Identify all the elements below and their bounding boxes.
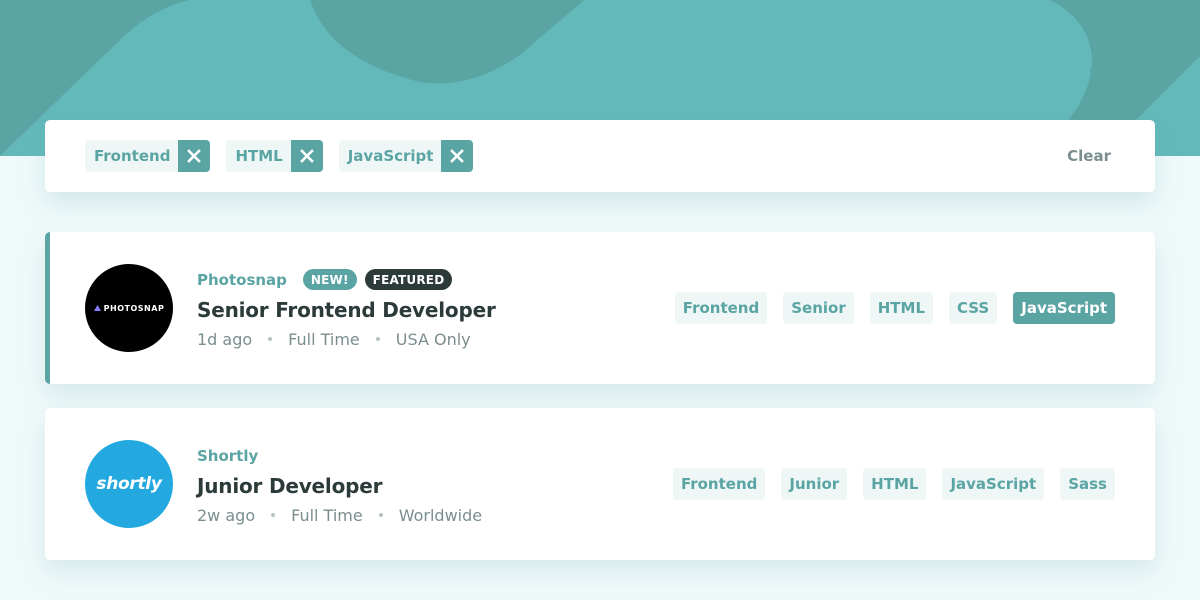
job-tag[interactable]: Sass <box>1060 468 1115 500</box>
filter-chip: JavaScript <box>338 140 474 172</box>
job-listing-card: PHOTOSNAP Photosnap NEW! FEATURED Senior… <box>45 232 1155 384</box>
company-name: Shortly <box>197 446 259 465</box>
job-tag[interactable]: HTML <box>863 468 927 500</box>
filter-chip-label: Frontend <box>94 147 171 165</box>
job-title[interactable]: Senior Frontend Developer <box>197 298 675 322</box>
posted-at: 2w ago <box>197 505 256 525</box>
separator-dot <box>271 513 276 517</box>
contract-type: Full Time <box>291 505 363 525</box>
job-tag[interactable]: HTML <box>869 292 934 324</box>
company-name: Photosnap <box>197 270 287 289</box>
job-tag[interactable]: Senior <box>783 292 854 324</box>
job-info: Photosnap NEW! FEATURED Senior Frontend … <box>197 268 675 349</box>
filter-chip-label: JavaScript <box>347 147 434 165</box>
filter-chip: HTML <box>226 140 323 172</box>
remove-filter-button[interactable] <box>178 140 211 172</box>
company-logo: PHOTOSNAP <box>85 264 173 352</box>
company-row: Shortly <box>197 444 673 468</box>
separator-dot <box>378 513 383 517</box>
job-location: Worldwide <box>398 505 483 525</box>
job-info: Shortly Junior Developer 2w ago Full Tim… <box>197 444 673 525</box>
job-tag-active[interactable]: JavaScript <box>1013 292 1115 324</box>
filter-bar: Frontend HTML JavaScript Clear <box>45 120 1155 192</box>
company-logo-text: shortly <box>96 474 162 494</box>
close-icon <box>187 149 202 163</box>
job-tag[interactable]: Frontend <box>672 468 766 500</box>
job-listing-card: shortly Shortly Junior Developer 2w ago … <box>45 408 1155 560</box>
job-tags: Frontend Junior HTML JavaScript Sass <box>672 468 1115 500</box>
separator-dot <box>375 337 380 341</box>
company-logo-text: PHOTOSNAP <box>103 303 165 313</box>
posted-at: 1d ago <box>197 329 253 349</box>
filter-chip-label: HTML <box>235 147 283 165</box>
clear-filters-button[interactable]: Clear <box>1067 147 1111 165</box>
job-tag[interactable]: CSS <box>949 292 998 324</box>
remove-filter-button[interactable] <box>441 140 474 172</box>
close-icon <box>299 149 314 163</box>
job-tag[interactable]: Junior <box>781 468 848 500</box>
job-tag[interactable]: Frontend <box>674 292 768 324</box>
company-row: Photosnap NEW! FEATURED <box>197 268 675 292</box>
close-icon <box>450 149 465 163</box>
company-logo: shortly <box>85 440 173 528</box>
job-meta: 1d ago Full Time USA Only <box>197 330 675 349</box>
job-tags: Frontend Senior HTML CSS JavaScript <box>674 292 1115 324</box>
filter-chip: Frontend <box>85 140 211 172</box>
job-title[interactable]: Junior Developer <box>197 474 673 498</box>
separator-dot <box>268 337 273 341</box>
remove-filter-button[interactable] <box>290 140 323 172</box>
active-filters: Frontend HTML JavaScript <box>85 140 1067 172</box>
job-meta: 2w ago Full Time Worldwide <box>197 506 673 525</box>
triangle-icon <box>93 305 101 311</box>
job-tag[interactable]: JavaScript <box>942 468 1045 500</box>
job-location: USA Only <box>395 329 471 349</box>
featured-badge: FEATURED <box>364 269 453 290</box>
contract-type: Full Time <box>288 329 360 349</box>
new-badge: NEW! <box>302 269 357 290</box>
